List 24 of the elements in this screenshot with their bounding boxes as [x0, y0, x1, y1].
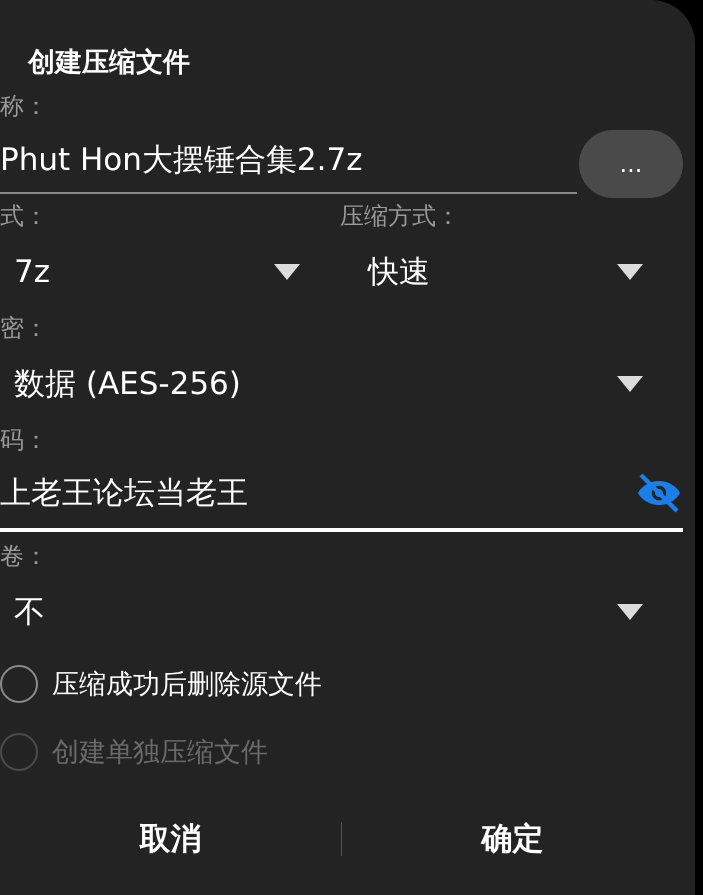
name-field[interactable]: Phut Hon大摆锤合集2.7z [0, 128, 577, 194]
field-label: 压缩方式： [340, 201, 461, 232]
password-field[interactable]: 上老王论坛当老王 [0, 458, 683, 532]
eye-off-icon[interactable] [635, 473, 683, 513]
format-dropdown[interactable]: 7z [0, 234, 340, 310]
radio-button[interactable] [0, 665, 38, 703]
option-label: 创建单独压缩文件 [52, 736, 268, 770]
field-label: 卷： [0, 541, 49, 572]
field-label: 称： [0, 91, 49, 122]
dropdown-caret-icon [617, 264, 643, 280]
dialog-title: 创建压缩文件 [28, 46, 191, 80]
dropdown-caret-icon [274, 264, 300, 280]
field-label: 密： [0, 313, 49, 344]
compression-dropdown[interactable]: 快速 [340, 234, 683, 310]
dropdown-caret-icon [617, 604, 643, 620]
cancel-button[interactable]: 取消 [0, 804, 341, 874]
split-dropdown[interactable]: 不 [0, 574, 683, 650]
encryption-dropdown[interactable]: 数据 (AES-256) [0, 346, 683, 422]
dropdown-caret-icon [617, 376, 643, 392]
option-label: 压缩成功后删除源文件 [52, 668, 322, 702]
confirm-button[interactable]: 确定 [342, 804, 683, 874]
field-label: 码： [0, 425, 49, 456]
field-label: 式： [0, 201, 49, 232]
browse-button[interactable]: ... [579, 130, 683, 198]
